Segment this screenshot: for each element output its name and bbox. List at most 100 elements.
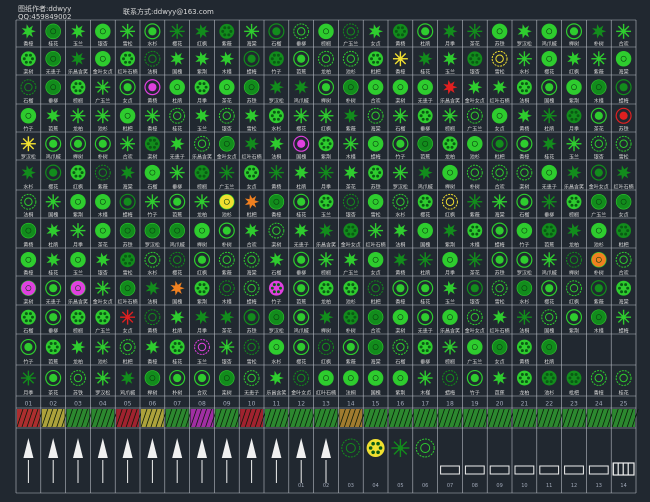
plant-symbol-icon[interactable]: [46, 252, 61, 268]
plant-symbol-icon[interactable]: [591, 252, 607, 268]
plant-symbol-icon[interactable]: [368, 51, 384, 67]
plant-symbol-icon[interactable]: [70, 223, 86, 239]
plant-symbol-icon[interactable]: [194, 339, 210, 355]
plant-symbol-icon[interactable]: [144, 50, 161, 67]
plant-symbol-icon[interactable]: [417, 136, 433, 152]
plant-symbol-icon[interactable]: [170, 309, 185, 325]
plant-symbol-icon[interactable]: [443, 51, 458, 67]
plant-symbol-icon[interactable]: [590, 370, 607, 386]
plant-symbol-icon[interactable]: [616, 309, 632, 325]
plant-symbol-icon[interactable]: [294, 223, 309, 238]
plant-symbol-icon[interactable]: [219, 194, 235, 210]
plant-symbol-icon[interactable]: [566, 194, 582, 210]
plant-symbol-icon[interactable]: [219, 136, 235, 152]
plant-symbol-icon[interactable]: [169, 107, 186, 124]
plant-symbol-icon[interactable]: [343, 223, 359, 239]
plant-symbol-icon[interactable]: [144, 108, 160, 124]
plant-symbol-icon[interactable]: [269, 370, 284, 386]
plant-symbol-icon[interactable]: [492, 309, 507, 325]
plant-symbol-icon[interactable]: [293, 23, 310, 40]
plant-symbol-icon[interactable]: [616, 23, 632, 39]
plant-symbol-icon[interactable]: [20, 136, 36, 152]
plant-symbol-icon[interactable]: [294, 79, 309, 95]
plant-symbol-icon[interactable]: [392, 309, 409, 325]
plant-symbol-icon[interactable]: [194, 280, 210, 296]
plant-symbol-icon[interactable]: [341, 438, 361, 458]
plant-symbol-icon[interactable]: [194, 222, 210, 239]
plant-symbol-icon[interactable]: [21, 24, 36, 39]
plant-symbol-icon[interactable]: [45, 79, 61, 95]
plant-symbol-icon[interactable]: [20, 252, 37, 268]
plant-symbol-icon[interactable]: [466, 369, 483, 387]
plant-symbol-icon[interactable]: [268, 222, 285, 239]
plant-symbol-icon[interactable]: [218, 251, 235, 268]
plant-symbol-icon[interactable]: [94, 164, 111, 181]
plant-symbol-icon[interactable]: [45, 164, 62, 181]
plant-symbol-icon[interactable]: [218, 280, 235, 297]
plant-symbol-icon[interactable]: [342, 193, 359, 210]
plant-symbol-icon[interactable]: [268, 165, 284, 181]
plant-symbol-icon[interactable]: [392, 165, 408, 181]
plant-symbol-icon[interactable]: [417, 280, 434, 297]
plant-symbol-icon[interactable]: [392, 280, 409, 297]
plant-symbol-icon[interactable]: [244, 23, 260, 39]
plant-symbol-icon[interactable]: [120, 309, 136, 325]
plant-symbol-icon[interactable]: [20, 51, 36, 67]
plant-symbol-icon[interactable]: [318, 339, 334, 355]
plant-symbol-icon[interactable]: [46, 108, 61, 124]
plant-symbol-icon[interactable]: [219, 165, 235, 181]
plant-symbol-icon[interactable]: [591, 309, 607, 325]
plant-symbol-icon[interactable]: [318, 23, 334, 40]
plant-symbol-icon[interactable]: [119, 79, 136, 96]
plant-symbol-icon[interactable]: [70, 309, 86, 325]
plant-symbol-icon[interactable]: [144, 23, 161, 40]
plant-symbol-icon[interactable]: [170, 280, 185, 296]
plant-symbol-icon[interactable]: [615, 251, 632, 268]
plant-symbol-icon[interactable]: [392, 51, 408, 67]
plant-symbol-icon[interactable]: [492, 194, 508, 210]
plant-symbol-icon[interactable]: [443, 79, 458, 95]
plant-symbol-icon[interactable]: [95, 280, 111, 296]
plant-symbol-icon[interactable]: [516, 339, 532, 355]
plant-symbol-icon[interactable]: [218, 222, 235, 239]
plant-symbol-icon[interactable]: [20, 309, 36, 325]
plant-symbol-icon[interactable]: [417, 194, 433, 210]
plant-symbol-icon[interactable]: [343, 136, 359, 152]
plant-symbol-icon[interactable]: [95, 51, 111, 67]
plant-symbol-icon[interactable]: [566, 280, 582, 297]
plant-symbol-icon[interactable]: [220, 309, 235, 325]
plant-symbol-icon[interactable]: [317, 79, 335, 96]
plant-symbol-icon[interactable]: [344, 108, 359, 124]
plant-symbol-icon[interactable]: [318, 252, 334, 268]
plant-symbol-icon[interactable]: [94, 135, 111, 152]
plant-symbol-icon[interactable]: [516, 280, 533, 296]
plant-symbol-icon[interactable]: [319, 309, 334, 325]
plant-symbol-icon[interactable]: [467, 223, 483, 239]
plant-symbol-icon[interactable]: [20, 108, 37, 124]
plant-symbol-icon[interactable]: [392, 23, 408, 39]
plant-symbol-icon[interactable]: [367, 309, 384, 325]
plant-symbol-icon[interactable]: [466, 164, 483, 181]
plant-symbol-icon[interactable]: [541, 252, 557, 268]
plant-symbol-icon[interactable]: [120, 370, 135, 386]
plant-symbol-icon[interactable]: [219, 370, 235, 386]
plant-symbol-icon[interactable]: [591, 79, 607, 95]
plant-symbol-icon[interactable]: [592, 24, 607, 39]
plant-symbol-icon[interactable]: [169, 251, 186, 268]
plant-symbol-icon[interactable]: [391, 439, 410, 457]
plant-symbol-icon[interactable]: [566, 251, 582, 268]
plant-symbol-icon[interactable]: [541, 23, 557, 40]
plant-symbol-icon[interactable]: [516, 193, 533, 210]
plant-symbol-icon[interactable]: [45, 194, 61, 210]
plant-symbol-icon[interactable]: [170, 51, 185, 67]
plant-symbol-icon[interactable]: [615, 79, 632, 96]
plant-symbol-icon[interactable]: [218, 107, 235, 124]
cad-drawing-canvas[interactable]: 图纸作者:ddwyy QQ:459849002 联系方式:ddwyy@163.c…: [0, 0, 650, 502]
plant-symbol-icon[interactable]: [95, 108, 111, 124]
plant-symbol-icon[interactable]: [516, 135, 533, 152]
plant-symbol-icon[interactable]: [144, 222, 161, 239]
plant-symbol-icon[interactable]: [119, 193, 136, 210]
plant-symbol-icon[interactable]: [417, 370, 433, 386]
plant-symbol-icon[interactable]: [541, 164, 557, 181]
plant-symbol-icon[interactable]: [70, 280, 86, 296]
